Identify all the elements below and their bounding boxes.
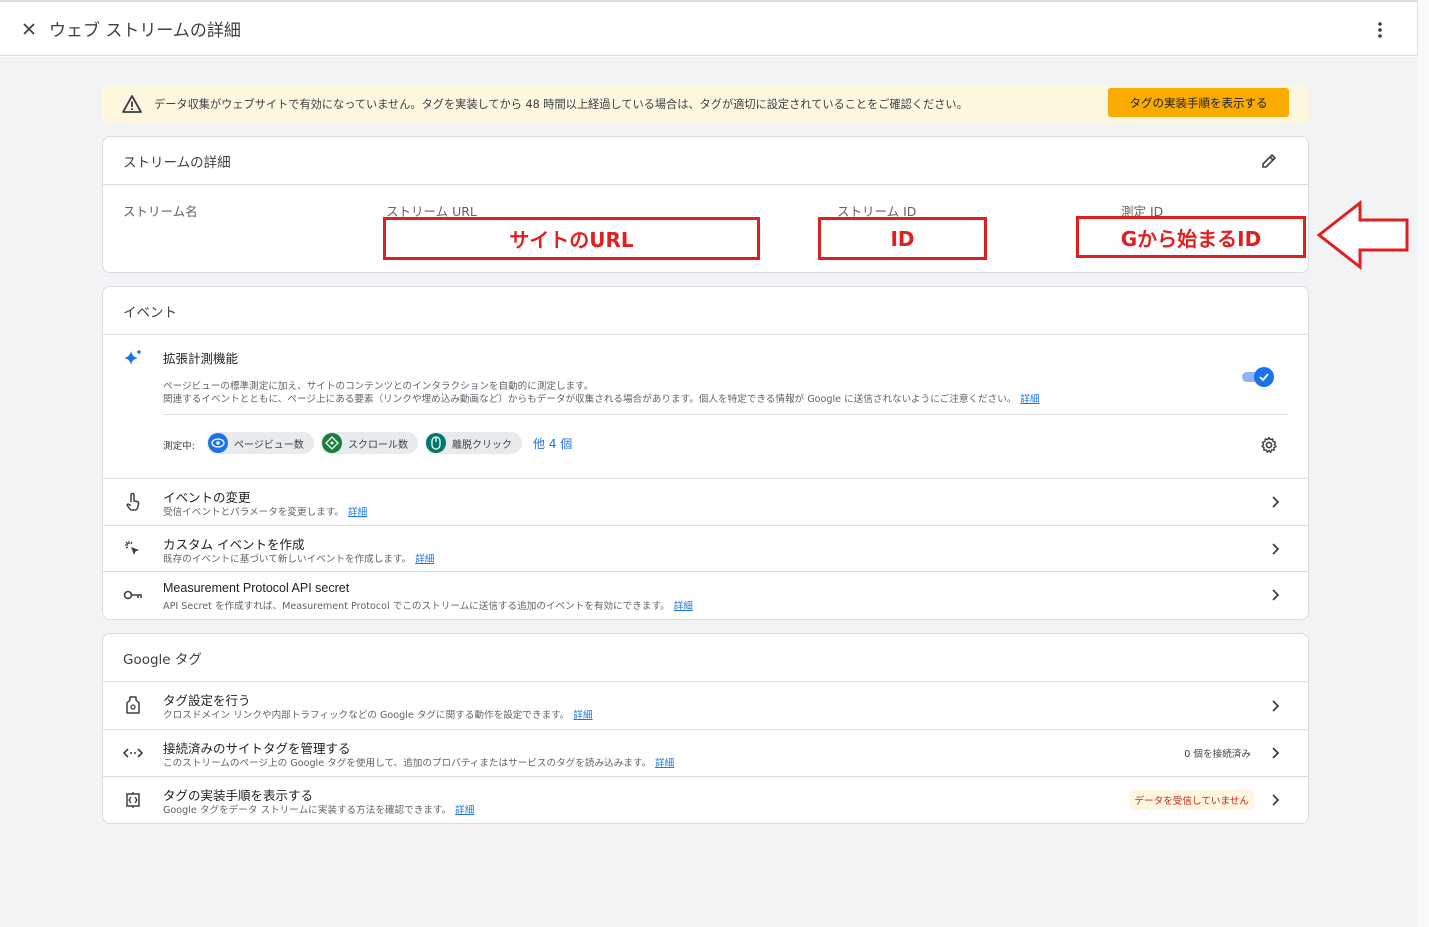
manage-connected-tags-learn-more-link[interactable]: 詳細: [655, 758, 674, 769]
tag-code-icon: [123, 790, 143, 810]
key-icon: [123, 585, 143, 605]
create-custom-event-desc-text: 既存のイベントに基づいて新しいイベントを作成します。: [163, 554, 412, 565]
data-not-received-badge: データを受信していません: [1129, 790, 1254, 810]
view-tag-instructions-learn-more-link[interactable]: 詳細: [455, 805, 474, 816]
more-vert-icon: [1378, 22, 1382, 38]
chip-outbound-clicks-label: 離脱クリック: [452, 439, 512, 451]
check-icon: [1259, 373, 1269, 382]
chevron-right-icon: [1272, 496, 1280, 508]
cursor-click-icon: [123, 539, 143, 559]
stream-details-title: ストリームの詳細: [123, 154, 231, 171]
code-arrows-icon: [123, 743, 143, 763]
page-header: ウェブ ストリームの詳細: [0, 2, 1418, 56]
more-options-button[interactable]: [1370, 20, 1390, 40]
annotation-arrow-icon: [1316, 200, 1409, 270]
chevron-right-icon: [1272, 589, 1280, 601]
manage-connected-tags-desc-text: このストリームのページ上の Google タグを使用して、追加のプロパティまたは…: [163, 758, 652, 769]
chevron-right-icon: [1272, 747, 1280, 759]
chevron-right-icon: [1272, 700, 1280, 712]
data-collection-alert: データ収集がウェブサイトで有効になっていません。タグを実装してから 48 時間以…: [102, 85, 1309, 123]
connected-count-badge: 0 個を接続済み: [1184, 749, 1251, 760]
chip-page-views[interactable]: ページビュー数: [207, 432, 314, 454]
close-icon: [23, 22, 35, 35]
events-card: イベント 拡張計測機能 ページビューの標準測定に加え、サイトのコンテンツとのイン…: [102, 286, 1309, 620]
events-header: イベント: [103, 287, 1308, 335]
tag-settings-icon: [123, 695, 143, 715]
create-custom-event-row[interactable]: カスタム イベントを作成 既存のイベントに基づいて新しいイベントを作成します。詳…: [103, 526, 1308, 572]
stream-url-annotation: サイトのURL: [383, 217, 760, 260]
modify-events-desc: 受信イベントとパラメータを変更します。 詳細: [163, 504, 367, 518]
stream-details-header: ストリームの詳細: [103, 137, 1308, 185]
view-tag-instructions-desc-text: Google タグをデータ ストリームに実装する方法を確認できます。: [163, 805, 452, 816]
stream-name-label: ストリーム名: [123, 204, 198, 219]
measurement-protocol-desc: API Secret を作成すれば、Measurement Protocol で…: [163, 598, 693, 612]
toggle-knob: [1254, 367, 1274, 387]
configure-tag-desc-text: クロスドメイン リンクや内部トラフィックなどの Google タグに関する動作を…: [163, 710, 570, 721]
chip-scrolls[interactable]: スクロール数: [321, 432, 418, 454]
google-tag-card: Google タグ タグ設定を行う クロスドメイン リンクや内部トラフィックなど…: [102, 633, 1309, 824]
stream-details-body: ストリーム名 ストリーム URL ストリーム ID 測定 ID サイトのURL …: [103, 185, 1308, 271]
stream-id-annotation: ID: [818, 217, 987, 260]
configure-tag-learn-more-link[interactable]: 詳細: [573, 710, 592, 721]
chevron-right-icon: [1272, 543, 1280, 555]
view-tag-instructions-button[interactable]: タグの実装手順を表示する: [1108, 88, 1289, 117]
enhanced-measurement-desc2-text: 関連するイベントとともに、ページ上にある要素（リンクや埋め込み動画など）からもデ…: [163, 394, 1017, 405]
google-tag-header: Google タグ: [103, 634, 1308, 682]
touch-icon: [123, 492, 143, 512]
measurement-protocol-desc-text: API Secret を作成すれば、Measurement Protocol で…: [163, 601, 670, 612]
eye-icon: [208, 433, 228, 453]
manage-connected-tags-row[interactable]: 接続済みのサイトタグを管理する このストリームのページ上の Google タグを…: [103, 730, 1308, 777]
enhanced-measurement-learn-more-link[interactable]: 詳細: [1020, 394, 1039, 405]
scrollbar[interactable]: [1417, 0, 1429, 927]
more-events-link[interactable]: 他 4 個: [533, 435, 572, 452]
modify-events-desc-text: 受信イベントとパラメータを変更します。: [163, 507, 345, 518]
chevron-right-icon: [1272, 794, 1280, 806]
page-title: ウェブ ストリームの詳細: [49, 21, 241, 41]
enhanced-measurement-toggle[interactable]: [1242, 367, 1274, 387]
chip-page-views-label: ページビュー数: [234, 439, 304, 451]
gear-icon[interactable]: [1260, 436, 1278, 454]
measurement-protocol-title: Measurement Protocol API secret: [163, 581, 350, 595]
create-custom-event-learn-more-link[interactable]: 詳細: [415, 554, 434, 565]
enhanced-measurement-row: 拡張計測機能 ページビューの標準測定に加え、サイトのコンテンツとのインタラクショ…: [103, 335, 1308, 479]
warning-icon: [122, 95, 142, 113]
enhanced-measurement-desc2: 関連するイベントとともに、ページ上にある要素（リンクや埋め込み動画など）からもデ…: [163, 391, 1040, 405]
enhanced-measurement-title: 拡張計測機能: [163, 351, 239, 366]
mouse-icon: [426, 433, 446, 453]
create-custom-event-desc: 既存のイベントに基づいて新しいイベントを作成します。 詳細: [163, 551, 434, 565]
measurement-protocol-row[interactable]: Measurement Protocol API secret API Secr…: [103, 572, 1308, 619]
measurement-protocol-learn-more-link[interactable]: 詳細: [674, 601, 693, 612]
alert-message: データ収集がウェブサイトで有効になっていません。タグを実装してから 48 時間以…: [154, 98, 968, 111]
chip-outbound-clicks[interactable]: 離脱クリック: [425, 432, 522, 454]
configure-tag-desc: クロスドメイン リンクや内部トラフィックなどの Google タグに関する動作を…: [163, 707, 593, 721]
sparkle-icon: [123, 348, 143, 368]
view-tag-instructions-desc: Google タグをデータ ストリームに実装する方法を確認できます。 詳細: [163, 802, 474, 816]
modify-events-row[interactable]: イベントの変更 受信イベントとパラメータを変更します。 詳細: [103, 479, 1308, 526]
measurement-id-annotation: Gから始まるID: [1076, 216, 1306, 258]
close-button[interactable]: [19, 19, 39, 39]
view-tag-instructions-row[interactable]: タグの実装手順を表示する Google タグをデータ ストリームに実装する方法を…: [103, 777, 1308, 823]
google-tag-title: Google タグ: [123, 651, 202, 668]
enhanced-measurement-desc1: ページビューの標準測定に加え、サイトのコンテンツとのインタラクションを自動的に測…: [163, 381, 594, 392]
main-content: データ収集がウェブサイトで有効になっていません。タグを実装してから 48 時間以…: [0, 57, 1418, 927]
modify-events-learn-more-link[interactable]: 詳細: [348, 507, 367, 518]
manage-connected-tags-desc: このストリームのページ上の Google タグを使用して、追加のプロパティまたは…: [163, 755, 674, 769]
configure-tag-row[interactable]: タグ設定を行う クロスドメイン リンクや内部トラフィックなどの Google タ…: [103, 682, 1308, 730]
scroll-icon: [322, 433, 342, 453]
edit-icon[interactable]: [1260, 152, 1278, 170]
measuring-label: 測定中:: [163, 441, 196, 452]
stream-details-card: ストリームの詳細 ストリーム名 ストリーム URL ストリーム ID 測定 ID…: [102, 136, 1309, 273]
enhanced-divider: [163, 414, 1288, 415]
chip-scrolls-label: スクロール数: [348, 439, 408, 451]
events-title: イベント: [123, 304, 177, 321]
